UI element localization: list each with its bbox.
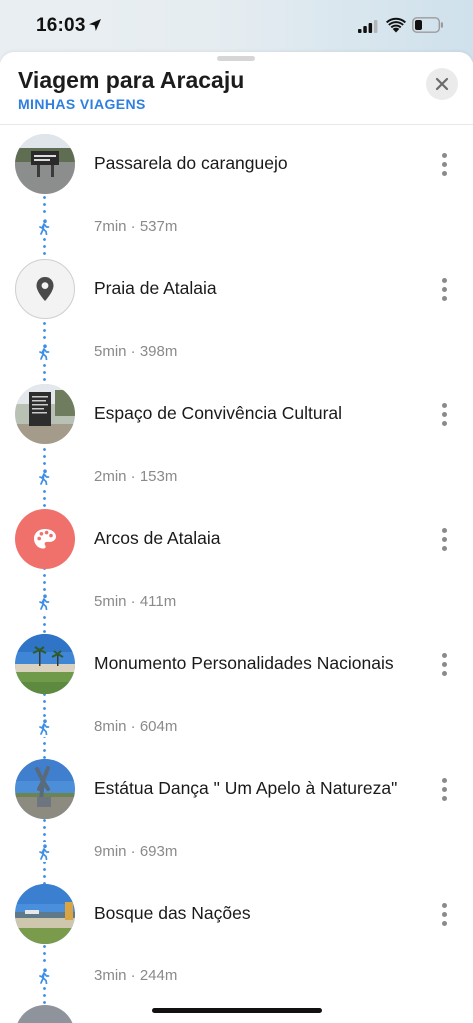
walk-duration-distance: 9min · 693m: [94, 843, 178, 860]
list-item[interactable]: Espaço de Convivência Cultural: [0, 384, 473, 448]
walk-segment: 2min · 153m: [0, 465, 473, 489]
photo-park-icon: [15, 884, 75, 944]
walk-duration-distance: 7min · 537m: [94, 218, 178, 235]
more-vertical-icon[interactable]: [432, 523, 456, 555]
walk-segment: 8min · 604m: [0, 715, 473, 739]
more-vertical-icon[interactable]: [432, 398, 456, 430]
location-arrow-icon: [89, 19, 101, 31]
photo-statue-icon: [15, 759, 75, 819]
walking-person-icon: [34, 842, 54, 862]
stop-name: Arcos de Atalaia: [94, 528, 221, 548]
wifi-icon: [386, 17, 406, 33]
sheet-grabber[interactable]: [217, 56, 255, 61]
list-item[interactable]: Estátua Dança " Um Apelo à Natureza": [0, 759, 473, 823]
list-item[interactable]: Monumento Personalidades Nacionais: [0, 634, 473, 698]
more-vertical-icon[interactable]: [432, 898, 456, 930]
walking-person-icon: [34, 217, 54, 237]
walk-duration-distance: 5min · 411m: [94, 593, 177, 610]
walk-segment: 5min · 411m: [0, 590, 473, 614]
header-divider: [0, 124, 473, 125]
stop-name: Monumento Personalidades Nacionais: [94, 653, 394, 673]
photo-sign-icon: [15, 134, 75, 194]
battery-icon: [412, 17, 443, 33]
stop-name: Estátua Dança " Um Apelo à Natureza": [94, 778, 398, 798]
stop-name: Bosque das Nações: [94, 903, 251, 923]
map-pin-icon: [15, 259, 75, 319]
list-item[interactable]: Bosque das Nações: [0, 884, 473, 948]
status-bar: 16:03: [0, 0, 473, 54]
more-vertical-icon[interactable]: [432, 648, 456, 680]
list-item[interactable]: Praia de Atalaia: [0, 259, 473, 323]
walk-duration-distance: 5min · 398m: [94, 343, 178, 360]
list-item[interactable]: Arcos de Atalaia: [0, 509, 473, 573]
walking-person-icon: [34, 467, 54, 487]
walk-segment: 5min · 398m: [0, 340, 473, 364]
list-item[interactable]: Passarela do caranguejo: [0, 134, 473, 198]
walk-duration-distance: 2min · 153m: [94, 468, 178, 485]
trip-screen: 16:03 Viagem para Aracaju MINHAS VIAGENS: [0, 0, 473, 1023]
walk-segment: 3min · 244m: [0, 964, 473, 988]
walking-person-icon: [34, 342, 54, 362]
walk-duration-distance: 3min · 244m: [94, 967, 178, 984]
walking-person-icon: [34, 966, 54, 986]
stop-name: Praia de Atalaia: [94, 278, 217, 298]
more-vertical-icon[interactable]: [432, 148, 456, 180]
close-icon: [435, 77, 449, 91]
home-indicator[interactable]: [152, 1008, 322, 1013]
signal-icon: [358, 20, 378, 33]
palette-icon: [15, 509, 75, 569]
photo-beach-icon: [15, 634, 75, 694]
stop-name: Espaço de Convivência Cultural: [94, 403, 343, 423]
walking-person-icon: [34, 592, 54, 612]
my-trips-link[interactable]: MINHAS VIAGENS: [18, 96, 146, 112]
stop-name: Passarela do caranguejo: [94, 153, 288, 173]
walk-segment: 9min · 693m: [0, 840, 473, 864]
more-vertical-icon[interactable]: [432, 773, 456, 805]
page-title: Viagem para Aracaju: [18, 67, 245, 93]
close-button[interactable]: [426, 68, 458, 100]
more-vertical-icon[interactable]: [432, 273, 456, 305]
photo-board-icon: [15, 384, 75, 444]
walk-segment: 7min · 537m: [0, 215, 473, 239]
status-time: 16:03: [36, 15, 86, 36]
walking-person-icon: [34, 717, 54, 737]
walk-duration-distance: 8min · 604m: [94, 718, 178, 735]
